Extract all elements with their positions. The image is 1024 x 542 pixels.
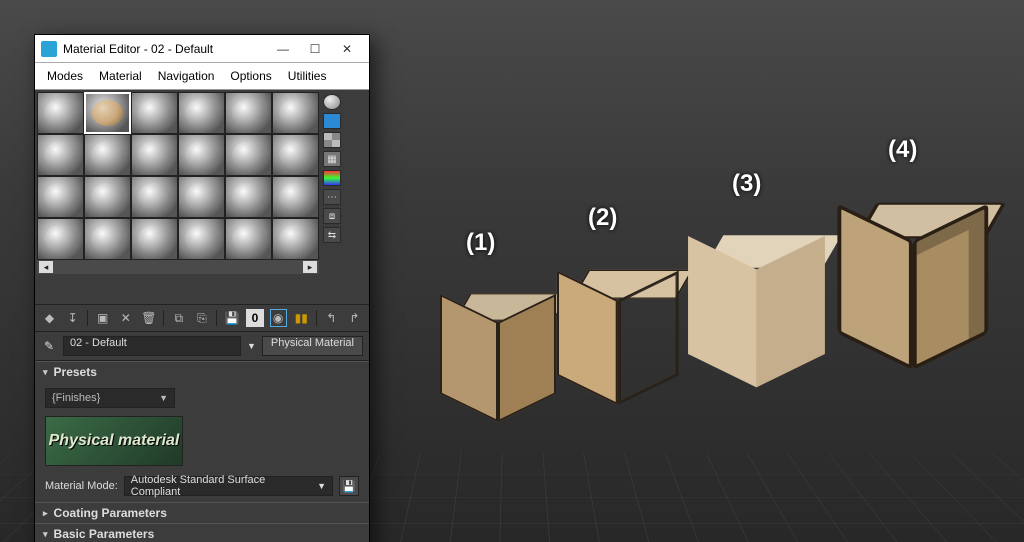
menu-options[interactable]: Options [226,67,275,85]
app-icon [41,41,57,57]
make-copy-icon[interactable]: ⧉ [170,309,187,327]
show-end-result-icon[interactable]: ▮▮ [293,309,310,327]
cube-label-1: (1) [466,229,495,257]
sample-slot[interactable] [131,176,178,218]
material-editor-window: Material Editor - 02 - Default — ☐ ✕ Mod… [34,34,370,542]
dropdown-icon: ▼ [159,393,168,403]
menubar: Modes Material Navigation Options Utilit… [35,63,369,90]
sample-slot[interactable] [225,176,272,218]
sample-slot[interactable] [84,134,131,176]
material-name-row: ✎ 02 - Default ▼ Physical Material [35,332,369,361]
sample-slot[interactable] [37,176,84,218]
background-icon[interactable] [323,132,341,148]
sample-slot[interactable] [131,92,178,134]
make-unique-icon[interactable]: ⎘ [193,309,210,327]
sample-slot[interactable] [131,218,178,260]
material-toolbar: ◆ ↧ ▣ ✕ 🗑 ⧉ ⎘ 💾 0 ◉ ▮▮ ↰ ↱ [35,305,369,332]
preset-value: {Finishes} [52,392,100,404]
assign-to-selection-icon[interactable]: ▣ [94,309,111,327]
rollout-header-presets[interactable]: ▾ Presets [35,362,369,382]
sample-slot[interactable] [178,176,225,218]
sample-slot[interactable] [37,218,84,260]
sample-slot[interactable] [225,92,272,134]
cube-label-2: (2) [588,204,617,232]
sample-slot[interactable] [272,218,319,260]
show-shaded-icon[interactable]: ◉ [270,309,287,327]
material-map-navigator-icon[interactable]: ⇆ [323,227,341,243]
rollout-coating: ▸ Coating Parameters [35,502,369,523]
sample-slot[interactable] [225,218,272,260]
go-forward-icon[interactable]: ↱ [346,309,363,327]
material-type-button[interactable]: Physical Material [262,336,363,356]
caret-down-icon: ▾ [43,529,48,540]
sample-slot[interactable] [84,176,131,218]
caret-down-icon: ▾ [43,367,48,378]
sample-slot-area: ◂ ▸ ▦ ⋯ ⧈ ⇆ [35,90,369,305]
get-material-icon[interactable]: ◆ [41,309,58,327]
sample-slot[interactable] [37,134,84,176]
cube-label-3: (3) [732,170,761,198]
scroll-left-icon[interactable]: ◂ [39,261,53,273]
close-button[interactable]: ✕ [331,38,363,60]
preset-preview-image: Physical material [45,416,183,466]
delete-icon[interactable]: 🗑 [140,309,157,327]
backlight-icon[interactable] [323,113,341,129]
titlebar[interactable]: Material Editor - 02 - Default — ☐ ✕ [35,35,369,63]
sample-slot-grid: ◂ ▸ [35,90,321,304]
rollout-title: Coating Parameters [54,506,167,520]
material-mode-value: Autodesk Standard Surface Compliant [131,474,317,498]
material-name-field[interactable]: 02 - Default [63,336,241,356]
sample-slot[interactable] [84,218,131,260]
sample-slot[interactable] [272,92,319,134]
minimize-button[interactable]: — [267,38,299,60]
dropdown-icon: ▼ [317,481,326,491]
material-mode-label: Material Mode: [45,480,118,492]
maximize-button[interactable]: ☐ [299,38,331,60]
sample-slot[interactable] [131,134,178,176]
sample-slot[interactable] [225,134,272,176]
eyedropper-icon[interactable]: ✎ [41,338,57,354]
rollout-header-basic[interactable]: ▾ Basic Parameters [35,524,369,542]
scroll-right-icon[interactable]: ▸ [303,261,317,273]
go-parent-icon[interactable]: ↰ [323,309,340,327]
window-title: Material Editor - 02 - Default [63,42,267,56]
put-to-library-icon[interactable]: 💾 [223,309,240,327]
rollout-title: Basic Parameters [54,527,155,541]
sample-uv-icon[interactable]: ▦ [323,151,341,167]
sample-slot[interactable] [272,176,319,218]
sample-slot-scrollbar[interactable]: ◂ ▸ [37,260,319,274]
sample-slot[interactable] [178,92,225,134]
sample-slot[interactable] [178,134,225,176]
menu-navigation[interactable]: Navigation [154,67,219,85]
sample-slot-selected[interactable] [84,92,131,134]
sample-type-icon[interactable] [323,94,341,110]
material-mode-dropdown[interactable]: Autodesk Standard Surface Compliant ▼ [124,476,333,496]
cube-label-4: (4) [888,136,917,164]
sample-side-toolbar: ▦ ⋯ ⧈ ⇆ [321,90,367,304]
preset-dropdown[interactable]: {Finishes} ▼ [45,388,175,408]
save-preset-icon[interactable]: 💾 [339,476,359,496]
sample-slot[interactable] [272,134,319,176]
rollout-basic: ▾ Basic Parameters Base Color 1.0 ▲▼ M R… [35,523,369,542]
menu-utilities[interactable]: Utilities [284,67,331,85]
caret-right-icon: ▸ [43,508,48,519]
video-color-icon[interactable] [323,170,341,186]
rollout-header-coating[interactable]: ▸ Coating Parameters [35,503,369,523]
rollout-title: Presets [54,365,97,379]
menu-material[interactable]: Material [95,67,146,85]
reset-map-icon[interactable]: ✕ [117,309,134,327]
material-id-icon[interactable]: 0 [246,309,263,327]
rollout-presets: ▾ Presets {Finishes} ▼ Physical material… [35,361,369,502]
options-icon[interactable]: ⋯ [323,189,341,205]
sample-slot[interactable] [37,92,84,134]
menu-modes[interactable]: Modes [43,67,87,85]
put-to-scene-icon[interactable]: ↧ [64,309,81,327]
dropdown-icon[interactable]: ▼ [247,341,256,351]
sample-slot[interactable] [178,218,225,260]
select-by-material-icon[interactable]: ⧈ [323,208,341,224]
